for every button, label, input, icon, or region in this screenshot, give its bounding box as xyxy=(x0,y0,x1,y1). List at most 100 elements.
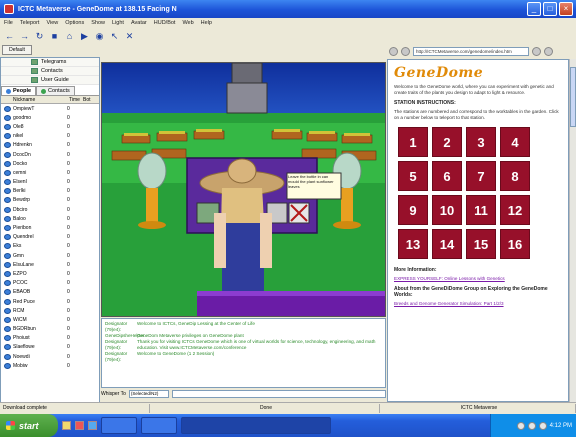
people-list-item[interactable]: goodmo 0 xyxy=(1,113,99,122)
people-list-item[interactable]: nikel 0 xyxy=(1,132,99,141)
quicklaunch-folder-icon[interactable] xyxy=(62,421,71,430)
browser-url-field[interactable]: http://ICTCMetaverse.com/genedome/index.… xyxy=(413,46,529,56)
menu-options[interactable]: Options xyxy=(65,20,84,26)
contacts-button[interactable]: Contacts xyxy=(1,67,99,76)
menu-view[interactable]: View xyxy=(46,20,58,26)
people-list-item[interactable]: Bewdrp 0 xyxy=(1,196,99,205)
3d-world-view[interactable]: Leave the bottle in can mould the plant … xyxy=(101,62,386,317)
browser-forward-icon[interactable] xyxy=(401,46,410,56)
taskbar-item-1[interactable] xyxy=(101,417,137,434)
people-list-item[interactable]: EBAOB 0 xyxy=(1,288,99,297)
people-list-item[interactable]: EZPO 0 xyxy=(1,269,99,278)
people-list-item[interactable]: Phoiust 0 xyxy=(1,334,99,343)
menu-help[interactable]: Help xyxy=(201,20,212,26)
quicklaunch-browser-icon[interactable] xyxy=(88,421,97,430)
people-list-item[interactable]: Gmn 0 xyxy=(1,251,99,260)
column-nickname[interactable]: Nickname xyxy=(13,97,69,103)
go-icon[interactable]: ▶ xyxy=(79,31,90,42)
station-button-13[interactable]: 13 xyxy=(398,229,428,259)
start-button[interactable]: start xyxy=(0,414,58,437)
forward-icon[interactable]: → xyxy=(19,31,30,41)
menu-light[interactable]: Light xyxy=(112,20,124,26)
people-list-item[interactable]: RCM 0 xyxy=(1,306,99,315)
station-button-7[interactable]: 7 xyxy=(466,161,496,191)
column-time[interactable]: Time xyxy=(69,97,83,103)
people-list-item[interactable]: Hdrenkn 0 xyxy=(1,141,99,150)
maximize-button[interactable]: □ xyxy=(543,2,557,16)
pointer-icon[interactable]: ↖ xyxy=(109,31,120,42)
station-button-11[interactable]: 11 xyxy=(466,195,496,225)
people-list-item[interactable]: Mobiw 0 xyxy=(1,361,99,370)
close-button[interactable]: × xyxy=(559,2,573,16)
station-button-8[interactable]: 8 xyxy=(500,161,530,191)
people-list-item[interactable]: Eks 0 xyxy=(1,242,99,251)
taskbar-item-active[interactable] xyxy=(181,417,331,434)
station-button-14[interactable]: 14 xyxy=(432,229,462,259)
menu-hud-bot[interactable]: HUD/Bot xyxy=(154,20,176,26)
column-bot[interactable]: Bot xyxy=(83,97,91,103)
minimize-button[interactable]: _ xyxy=(527,2,541,16)
people-list-item[interactable]: Quendrel 0 xyxy=(1,233,99,242)
person-icon xyxy=(4,197,11,204)
station-button-6[interactable]: 6 xyxy=(432,161,462,191)
people-list-item[interactable]: OmpiewT 0 xyxy=(1,104,99,113)
delete-icon[interactable]: ✕ xyxy=(124,31,135,42)
station-button-1[interactable]: 1 xyxy=(398,127,428,157)
people-list-item[interactable]: ElsenI 0 xyxy=(1,178,99,187)
people-list-item[interactable]: Baloo 0 xyxy=(1,214,99,223)
tab-contacts[interactable]: Contacts xyxy=(36,86,75,95)
home-icon[interactable]: ⌂ xyxy=(64,31,75,41)
station-button-2[interactable]: 2 xyxy=(432,127,462,157)
people-list-item[interactable]: Docko 0 xyxy=(1,159,99,168)
people-list-item[interactable]: WiCM 0 xyxy=(1,315,99,324)
stop-icon[interactable]: ■ xyxy=(49,31,60,41)
express-yourself-link[interactable]: EXPRESS YOURSELF: Online Lessons with Ge… xyxy=(394,276,562,282)
camera-icon[interactable]: ◉ xyxy=(94,31,105,42)
browser-go-icon[interactable] xyxy=(532,46,541,56)
people-list-item[interactable]: Noewdi 0 xyxy=(1,352,99,361)
station-button-5[interactable]: 5 xyxy=(398,161,428,191)
menu-web[interactable]: Web xyxy=(182,20,193,26)
browser-scrollbar[interactable] xyxy=(569,59,576,402)
taskbar-item-2[interactable] xyxy=(141,417,177,434)
tray-network-icon[interactable] xyxy=(516,421,525,430)
station-button-16[interactable]: 16 xyxy=(500,229,530,259)
user-guide-button[interactable]: User Guide xyxy=(1,76,99,85)
tab-people[interactable]: People xyxy=(1,86,37,95)
people-list-item[interactable]: Ole8 0 xyxy=(1,122,99,131)
browser-refresh-icon[interactable] xyxy=(544,46,553,56)
default-button[interactable]: Default xyxy=(2,45,32,55)
menu-teleport[interactable]: Teleport xyxy=(20,20,40,26)
menu-file[interactable]: File xyxy=(4,20,13,26)
people-list-item[interactable]: DcocDn 0 xyxy=(1,150,99,159)
people-list-item[interactable]: Dbciro 0 xyxy=(1,205,99,214)
people-list-item[interactable]: PCOC 0 xyxy=(1,279,99,288)
station-button-10[interactable]: 10 xyxy=(432,195,462,225)
people-list-item[interactable]: ElsuLane 0 xyxy=(1,260,99,269)
people-list-item[interactable]: Pieribon 0 xyxy=(1,223,99,232)
people-list-item[interactable]: BGDRbun 0 xyxy=(1,325,99,334)
chat-input[interactable] xyxy=(171,390,386,398)
person-icon xyxy=(4,215,11,222)
telegrams-button[interactable]: Telegrams xyxy=(1,58,99,67)
quicklaunch-app-icon[interactable] xyxy=(75,421,84,430)
station-button-15[interactable]: 15 xyxy=(466,229,496,259)
station-button-4[interactable]: 4 xyxy=(500,127,530,157)
scrollbar-thumb[interactable] xyxy=(570,67,576,127)
menu-avatar[interactable]: Avatar xyxy=(131,20,147,26)
refresh-icon[interactable]: ↻ xyxy=(34,31,45,42)
menu-show[interactable]: Show xyxy=(91,20,105,26)
people-list-item[interactable]: Berlki 0 xyxy=(1,187,99,196)
genome-generator-link[interactable]: Breeds and Genome Generator Simulation: … xyxy=(394,301,562,307)
browser-back-icon[interactable] xyxy=(389,46,398,56)
station-button-12[interactable]: 12 xyxy=(500,195,530,225)
tray-volume-icon[interactable] xyxy=(527,421,536,430)
people-list-item[interactable]: Red Puce 0 xyxy=(1,297,99,306)
station-button-9[interactable]: 9 xyxy=(398,195,428,225)
back-icon[interactable]: ← xyxy=(4,31,15,41)
people-list-item[interactable]: Slaeflowe 0 xyxy=(1,343,99,352)
tray-security-icon[interactable] xyxy=(538,421,547,430)
chat-target-select[interactable]: (Selected/N2) xyxy=(128,390,169,398)
station-button-3[interactable]: 3 xyxy=(466,127,496,157)
people-list-item[interactable]: cemni 0 xyxy=(1,168,99,177)
